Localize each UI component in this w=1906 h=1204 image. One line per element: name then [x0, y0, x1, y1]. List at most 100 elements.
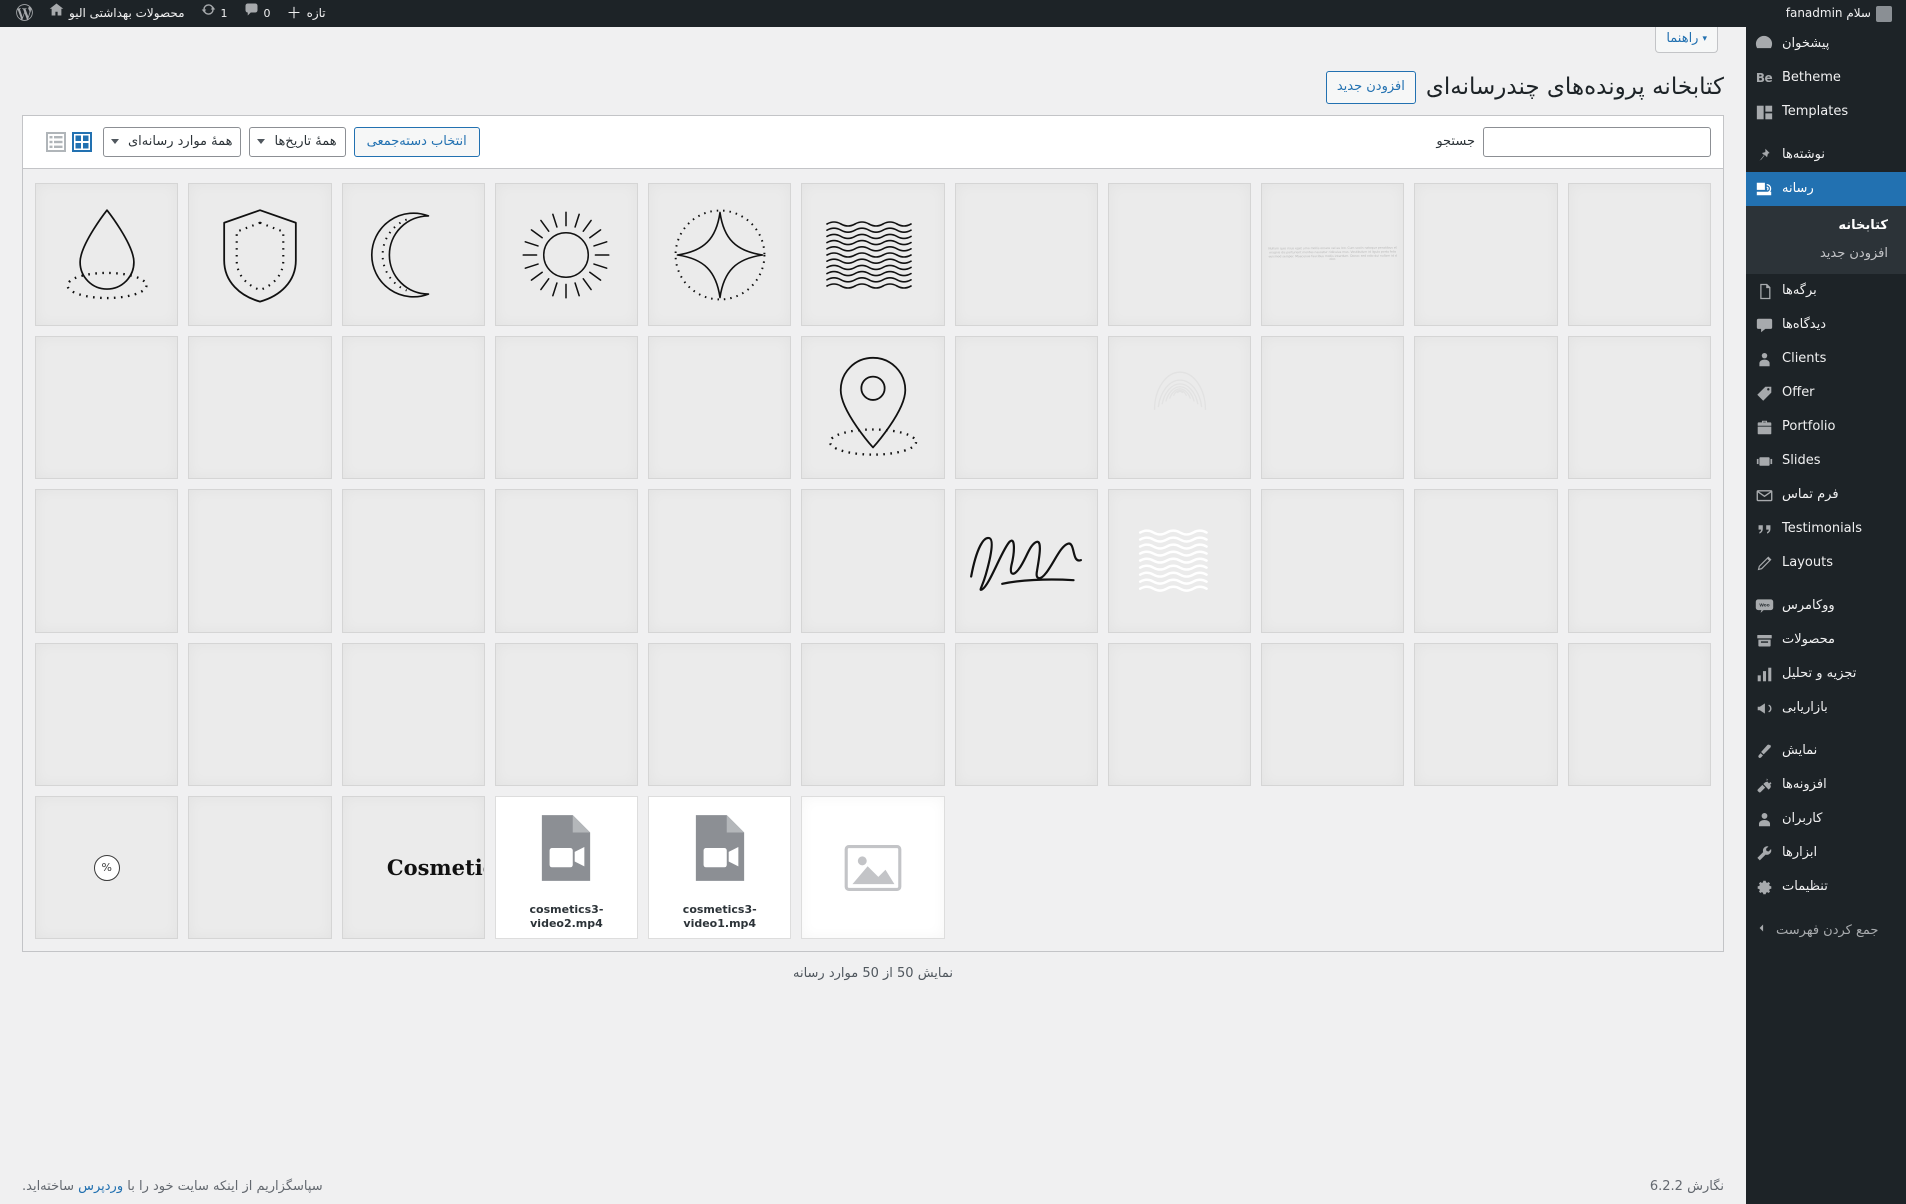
admin-bar-right-group: سلام fanadmin — [1778, 0, 1906, 27]
attachment-tile[interactable] — [954, 336, 1098, 480]
site-name-menu[interactable]: محصولات بهداشتی الیو — [41, 0, 193, 27]
attachment-tile[interactable] — [1107, 336, 1252, 480]
attachment-tile[interactable] — [1567, 182, 1711, 327]
sidebar-item-betheme[interactable]: Betheme Be — [1746, 61, 1906, 95]
attachment-tile[interactable]: % — [35, 796, 179, 940]
attachment-tile[interactable]: Cosmetic — [341, 796, 485, 940]
attachment-tile[interactable] — [1567, 336, 1711, 480]
sidebar-item-posts[interactable]: نوشته‌ها — [1746, 138, 1906, 172]
sidebar-item-appearance[interactable]: نمایش — [1746, 734, 1906, 768]
attachment-tile[interactable] — [801, 796, 945, 940]
wordpress-link[interactable]: وردپرس — [78, 1179, 123, 1194]
attachment-tile[interactable]: cosmetics3-video1.mp4 — [648, 796, 792, 940]
attachment-tile[interactable]: cosmetics3-video2.mp4 — [494, 796, 639, 940]
sidebar-item-slides[interactable]: Slides — [1746, 444, 1906, 478]
attachment-tile[interactable] — [801, 642, 945, 787]
attachment-tile[interactable] — [1414, 642, 1558, 787]
sidebar-item-offer[interactable]: Offer — [1746, 376, 1906, 410]
attachment-tile[interactable] — [1261, 336, 1405, 480]
attachment-tile[interactable] — [341, 489, 485, 633]
help-caret-icon: ▾ — [1702, 34, 1707, 44]
attachment-tile[interactable] — [1414, 489, 1558, 633]
collapse-menu-button[interactable]: جمع کردن فهرست — [1746, 914, 1906, 946]
sidebar-item-testimonials[interactable]: Testimonials — [1746, 512, 1906, 546]
attachment-tile[interactable] — [1567, 489, 1711, 633]
help-tab-toggle[interactable]: ▾ راهنما — [1655, 27, 1718, 53]
attachment-tile[interactable] — [341, 336, 485, 480]
list-view-icon[interactable] — [43, 129, 69, 155]
sidebar-item-pages[interactable]: برگه‌ها — [1746, 274, 1906, 308]
attachment-tile[interactable] — [188, 336, 332, 480]
new-content-button[interactable]: تازه ＋ — [279, 0, 334, 27]
attachment-tile[interactable] — [801, 336, 945, 480]
attachment-tile[interactable] — [954, 182, 1098, 327]
wp-logo-menu[interactable] — [8, 0, 41, 27]
attachment-tile[interactable] — [35, 642, 179, 787]
attachment-tile[interactable] — [341, 182, 485, 327]
sidebar-item-contact-form[interactable]: فرم تماس — [1746, 478, 1906, 512]
attachment-tile[interactable] — [494, 489, 639, 633]
attachment-tile[interactable] — [35, 182, 179, 327]
sidebar-item-label: کاربران — [1782, 811, 1823, 826]
attachment-tile[interactable] — [188, 796, 332, 940]
sidebar-item-settings[interactable]: تنظیمات — [1746, 870, 1906, 904]
grid-view-icon[interactable] — [69, 129, 95, 155]
attachment-tile[interactable] — [1567, 642, 1711, 787]
attachment-tile[interactable] — [341, 642, 485, 787]
attachment-tile[interactable]: Nullam quis risus eget urna mollis ornar… — [1261, 182, 1405, 327]
attachment-tile[interactable] — [954, 489, 1098, 633]
bulk-select-button[interactable]: انتخاب دسته‌جمعی — [353, 126, 480, 157]
attachment-tile[interactable] — [494, 182, 639, 327]
attachment-tile[interactable] — [1261, 642, 1405, 787]
sidebar-item-woocommerce[interactable]: ووکامرس Woo — [1746, 589, 1906, 623]
attachment-tile[interactable] — [1107, 182, 1252, 327]
updates-button[interactable]: 1 — [193, 0, 236, 27]
blank-attachment-thumbnail — [648, 489, 792, 633]
attachment-tile[interactable] — [648, 489, 792, 633]
sidebar-item-tools[interactable]: ابزارها — [1746, 836, 1906, 870]
sidebar-item-analytics[interactable]: تجزیه و تحلیل — [1746, 657, 1906, 691]
sidebar-item-comments[interactable]: دیدگاه‌ها — [1746, 308, 1906, 342]
sidebar-item-marketing[interactable]: بازاریابی — [1746, 691, 1906, 725]
attachment-tile[interactable] — [1414, 336, 1558, 480]
attachment-tile[interactable] — [188, 642, 332, 787]
attachment-tile[interactable] — [648, 336, 792, 480]
sidebar-item-templates[interactable]: Templates — [1746, 95, 1906, 129]
attachment-tile[interactable] — [801, 489, 945, 633]
submenu-item-add-new[interactable]: افزودن جدید — [1746, 240, 1902, 268]
attachment-tile[interactable] — [494, 642, 639, 787]
attachment-tile[interactable] — [188, 182, 332, 327]
comments-button[interactable]: 0 — [236, 0, 279, 27]
attachment-tile[interactable] — [648, 182, 792, 327]
search-input[interactable] — [1483, 126, 1711, 157]
attachment-tile[interactable] — [494, 336, 639, 480]
megaphone-icon — [1754, 698, 1774, 718]
sidebar-item-media[interactable]: رسانه — [1738, 172, 1906, 206]
media-type-filter-select[interactable]: همهٔ موارد رسانه‌ای — [103, 126, 242, 157]
attachment-tile[interactable] — [801, 182, 945, 327]
attachment-tile[interactable] — [1261, 489, 1405, 633]
attachment-tile[interactable] — [648, 642, 792, 787]
blank-attachment-thumbnail — [1414, 182, 1558, 327]
sidebar-item-products[interactable]: محصولات — [1746, 623, 1906, 657]
date-filter-select[interactable]: همهٔ تاریخ‌ها — [249, 126, 346, 157]
attachment-tile[interactable] — [1414, 182, 1558, 327]
sidebar-item-layouts[interactable]: Layouts — [1746, 546, 1906, 580]
attachment-tile[interactable] — [954, 642, 1098, 787]
submenu-item-library[interactable]: کتابخانه — [1746, 212, 1902, 240]
attachment-tile[interactable] — [1107, 489, 1252, 633]
howdy-menu[interactable]: سلام fanadmin — [1778, 0, 1900, 27]
attachment-tile[interactable] — [35, 336, 179, 480]
media-grid-frame: Nullam quis risus eget urna mollis ornar… — [22, 167, 1724, 953]
betheme-icon: Be — [1755, 71, 1773, 85]
sidebar-item-users[interactable]: کاربران — [1746, 802, 1906, 836]
attachment-tile[interactable] — [35, 489, 179, 633]
sidebar-item-portfolio[interactable]: Portfolio — [1746, 410, 1906, 444]
sidebar-item-clients[interactable]: Clients — [1746, 342, 1906, 376]
quote-icon — [1754, 519, 1774, 539]
sidebar-item-dashboard[interactable]: پیشخوان — [1746, 27, 1906, 61]
sidebar-item-plugins[interactable]: افزونه‌ها — [1746, 768, 1906, 802]
attachment-tile[interactable] — [1107, 642, 1252, 787]
add-new-media-button[interactable]: افزودن جدید — [1325, 70, 1416, 104]
attachment-tile[interactable] — [188, 489, 332, 633]
